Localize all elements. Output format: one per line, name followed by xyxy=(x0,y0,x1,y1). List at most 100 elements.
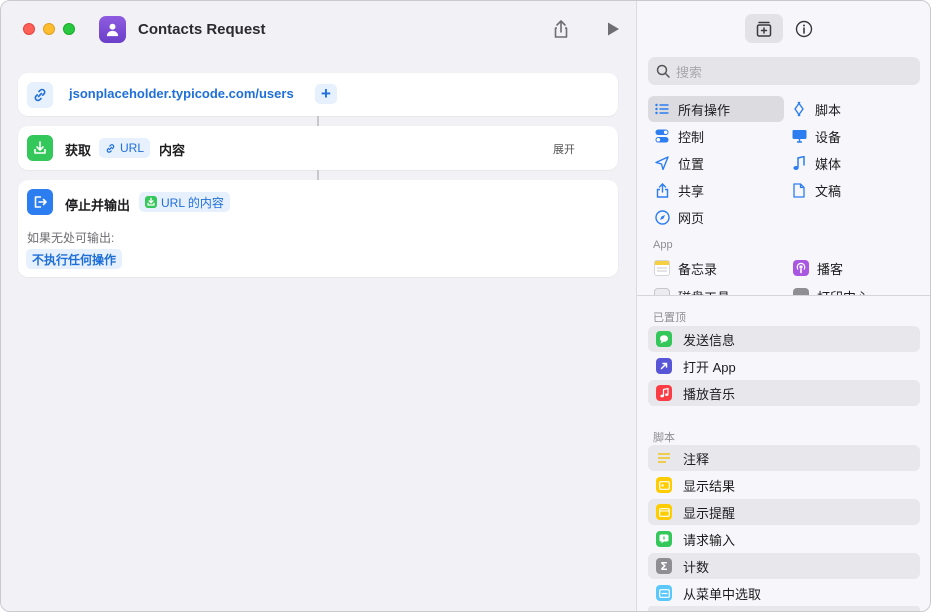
script-show-alert[interactable]: 显示提醒 xyxy=(648,499,920,525)
location-icon xyxy=(654,155,670,171)
list-icon xyxy=(654,101,670,117)
url-action-card[interactable]: jsonplaceholder.typicode.com/users + xyxy=(18,73,618,116)
alert-window-icon xyxy=(656,504,672,520)
result-icon xyxy=(656,477,672,493)
link-icon xyxy=(106,143,115,153)
action-connector xyxy=(317,170,319,180)
action-label: 注释 xyxy=(683,451,710,467)
pinned-open-app[interactable]: 打开 App xyxy=(648,353,920,379)
category-scripting[interactable]: 脚本 xyxy=(791,96,841,122)
pinned-section-header: 已置顶 xyxy=(653,312,686,324)
search-field[interactable]: 搜索 xyxy=(648,57,920,85)
action-label: 请求输入 xyxy=(683,532,736,548)
script-count[interactable]: Σ 计数 xyxy=(648,553,920,579)
script-choose-from-menu[interactable]: 从菜单中选取 xyxy=(648,580,920,606)
url-value[interactable]: jsonplaceholder.typicode.com/users xyxy=(69,86,294,101)
app-podcasts[interactable]: 播客 xyxy=(793,255,843,281)
app-label: 备忘录 xyxy=(678,261,718,277)
details-button[interactable] xyxy=(785,14,823,43)
add-url-button[interactable]: + xyxy=(315,84,337,104)
download-icon xyxy=(145,196,157,208)
script-next-row-clipped xyxy=(648,606,920,611)
category-label: 脚本 xyxy=(815,102,842,118)
shortcuts-window: Contacts Request jsonplaceholder.typicod… xyxy=(0,0,931,612)
app-label: 磁盘工具 xyxy=(678,287,730,296)
app-label: 打印中心 xyxy=(817,287,869,296)
url-variable-pill[interactable]: URL xyxy=(99,138,151,158)
message-bubble-icon xyxy=(656,331,672,347)
apps-clipped-row: 磁盘工具 打印中心 xyxy=(637,283,930,295)
download-icon xyxy=(27,135,53,161)
sigma-icon: Σ xyxy=(656,558,672,574)
app-label: 播客 xyxy=(817,261,844,277)
scripting-section-header: 脚本 xyxy=(653,432,675,444)
action-library-button[interactable] xyxy=(745,14,783,43)
zoom-window-button[interactable] xyxy=(63,23,75,35)
compass-icon xyxy=(654,209,670,225)
category-documents[interactable]: 文稿 xyxy=(791,177,841,203)
play-icon xyxy=(608,22,619,36)
contacts-shortcut-icon[interactable] xyxy=(99,16,126,43)
category-location[interactable]: 位置 xyxy=(654,150,704,176)
action-label: 从菜单中选取 xyxy=(683,586,762,602)
action-library-sidebar: 搜索 所有操作 脚本 控制 设备 位置 媒体 共享 文稿 网页 App 备忘录 … xyxy=(636,1,930,611)
disk-utility-icon xyxy=(654,288,670,295)
document-icon xyxy=(791,182,807,198)
action-label: 计数 xyxy=(683,559,710,575)
app-print-center[interactable]: 打印中心 xyxy=(793,283,869,295)
pinned-play-music[interactable]: 播放音乐 xyxy=(648,380,920,406)
category-device[interactable]: 设备 xyxy=(791,123,841,149)
action-label: 显示结果 xyxy=(683,478,736,494)
shortcut-editor: Contacts Request jsonplaceholder.typicod… xyxy=(1,1,636,611)
link-icon xyxy=(27,82,53,108)
category-label: 文稿 xyxy=(815,183,842,199)
script-comment[interactable]: 注释 xyxy=(648,445,920,471)
pinned-send-message[interactable]: 发送信息 xyxy=(648,326,920,352)
toggle-icon xyxy=(654,128,670,144)
script-icon xyxy=(791,101,807,117)
url-contents-variable-pill[interactable]: URL 的内容 xyxy=(139,192,230,212)
stop-output-label: 停止并输出 xyxy=(65,198,131,213)
close-window-button[interactable] xyxy=(23,23,35,35)
minimize-window-button[interactable] xyxy=(43,23,55,35)
stop-output-action-card[interactable]: 停止并输出 URL 的内容 如果无处可输出: 不执行任何操作 xyxy=(18,180,618,277)
app-notes[interactable]: 备忘录 xyxy=(654,255,717,281)
category-label: 设备 xyxy=(815,129,842,145)
category-media[interactable]: 媒体 xyxy=(791,150,841,176)
fallback-label: 如果无处可输出: xyxy=(27,231,115,245)
printer-icon xyxy=(793,288,809,295)
input-bubble-icon xyxy=(656,531,672,547)
category-label: 媒体 xyxy=(815,156,842,172)
fallback-option-pill[interactable]: 不执行任何操作 xyxy=(26,249,123,269)
app-disk-utility[interactable]: 磁盘工具 xyxy=(654,283,730,295)
search-icon xyxy=(656,64,670,78)
add-action-icon xyxy=(756,21,772,37)
menu-list-icon xyxy=(656,585,672,601)
app-section-header: App xyxy=(653,239,673,251)
run-button[interactable] xyxy=(601,17,625,41)
category-web[interactable]: 网页 xyxy=(654,204,704,230)
category-label: 共享 xyxy=(678,183,705,199)
action-connector xyxy=(317,116,319,126)
category-control[interactable]: 控制 xyxy=(654,123,704,149)
action-label: 打开 App xyxy=(683,359,736,375)
category-sharing[interactable]: 共享 xyxy=(654,177,704,203)
category-all-actions[interactable]: 所有操作 xyxy=(648,96,784,122)
info-icon xyxy=(795,20,813,37)
category-label: 控制 xyxy=(678,129,705,145)
action-label: 发送信息 xyxy=(683,332,736,348)
share-icon xyxy=(654,182,670,198)
category-label: 位置 xyxy=(678,156,705,172)
category-label: 所有操作 xyxy=(678,102,731,118)
script-ask-input[interactable]: 请求输入 xyxy=(648,526,920,552)
share-button[interactable] xyxy=(549,17,573,41)
window-title: Contacts Request xyxy=(138,21,266,38)
music-note-icon xyxy=(656,385,672,401)
script-show-result[interactable]: 显示结果 xyxy=(648,472,920,498)
titlebar: Contacts Request xyxy=(1,1,636,57)
expand-button[interactable]: 展开 xyxy=(553,141,575,157)
action-label: 播放音乐 xyxy=(683,386,736,402)
notes-icon xyxy=(654,260,670,276)
url-variable-label: URL xyxy=(120,141,145,155)
get-contents-action-card[interactable]: 获取 URL 内容 展开 xyxy=(18,126,618,170)
